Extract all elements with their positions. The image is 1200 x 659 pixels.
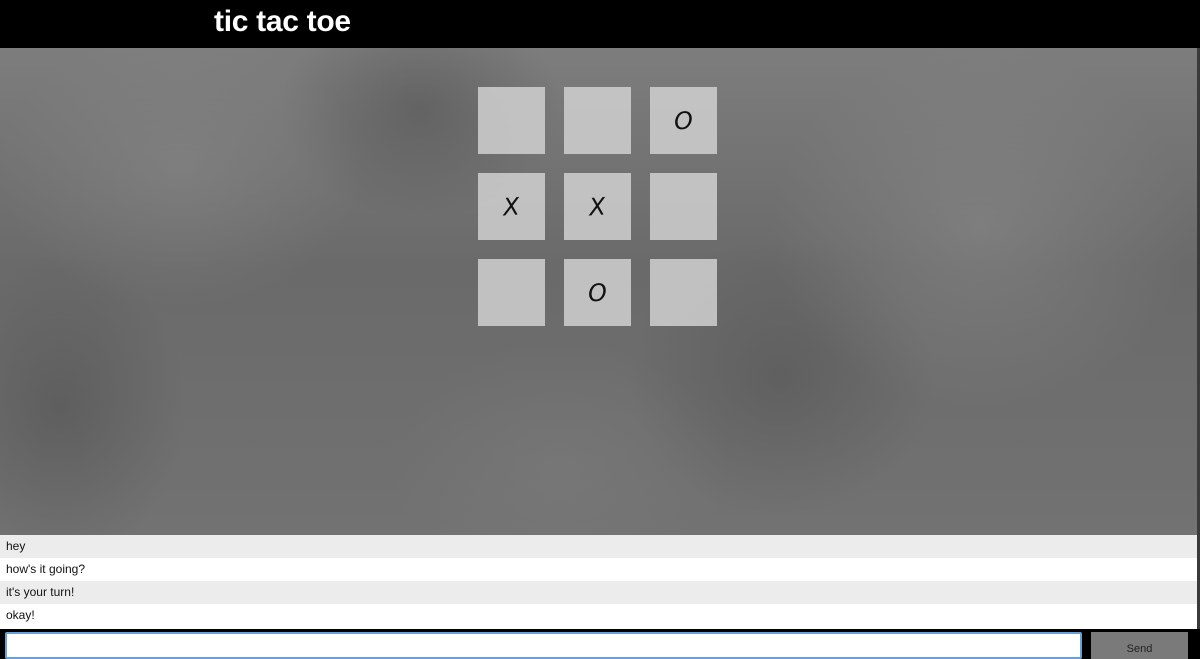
message-input[interactable]: [5, 632, 1082, 659]
board-cell-8[interactable]: [650, 259, 717, 326]
cell-mark: X: [588, 191, 607, 222]
chat-message: how's it going?: [6, 562, 86, 576]
board-cell-7[interactable]: O: [564, 259, 631, 326]
board-cell-5[interactable]: [650, 173, 717, 240]
cell-mark: X: [502, 191, 521, 222]
cell-mark: O: [673, 105, 694, 136]
send-button[interactable]: Send: [1091, 632, 1188, 659]
chat-message: it's your turn!: [0, 581, 1197, 604]
board-cell-1[interactable]: [564, 87, 631, 154]
board-cell-3[interactable]: X: [478, 173, 545, 240]
board-cell-0[interactable]: [478, 87, 545, 154]
app-header: tic tac toe: [0, 0, 1200, 48]
chat-message: hey: [0, 535, 1197, 558]
chat-input-bar: Send: [0, 629, 1200, 659]
cell-mark: O: [587, 277, 608, 308]
chat-message: okay!: [6, 608, 35, 622]
game-stage: O X X O: [0, 48, 1197, 535]
chat-log: hey how's it going? it's your turn! okay…: [0, 535, 1197, 629]
board-cell-2[interactable]: O: [650, 87, 717, 154]
board-cell-6[interactable]: [478, 259, 545, 326]
app-title: tic tac toe: [214, 5, 351, 38]
board-cell-4[interactable]: X: [564, 173, 631, 240]
